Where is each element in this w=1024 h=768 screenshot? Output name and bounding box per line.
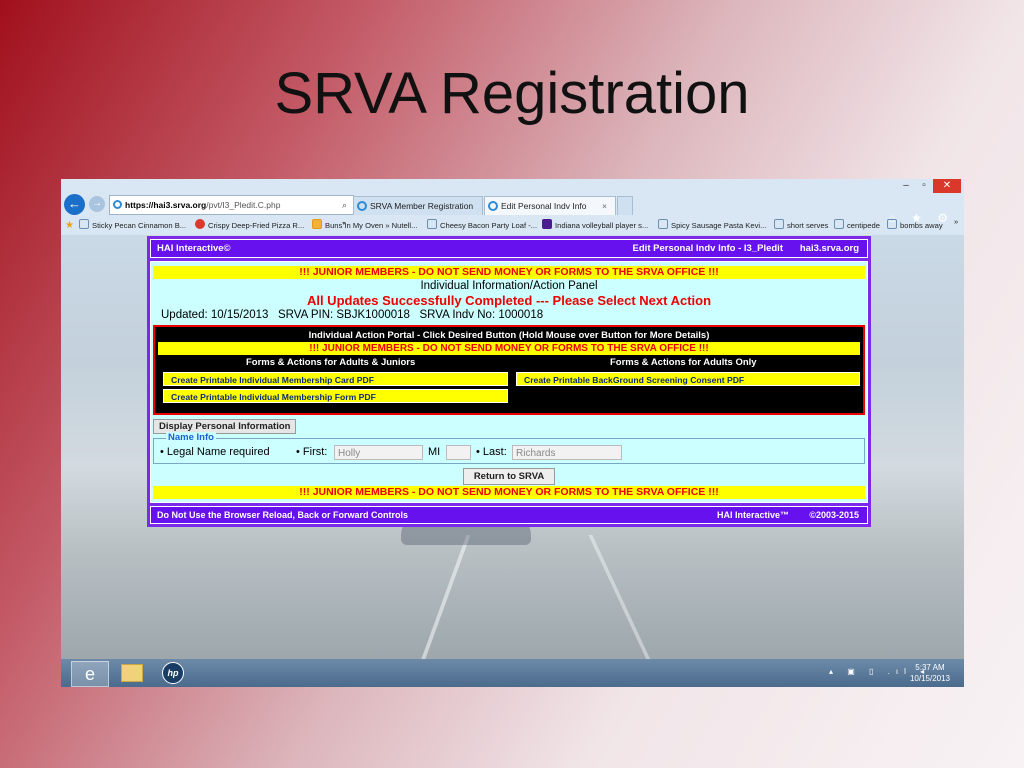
tab-label: SRVA Member Registration — [370, 201, 474, 211]
yahoo-icon — [542, 219, 552, 229]
favorite-item[interactable]: centipede — [834, 217, 880, 234]
first-name-label: • First: — [296, 446, 328, 458]
app-footer-bar: Do Not Use the Browser Reload, Back or F… — [150, 506, 868, 524]
portal-title: Individual Action Portal - Click Desired… — [308, 330, 710, 341]
success-message: All Updates Successfully Completed --- P… — [306, 293, 712, 308]
browser-chrome: – ▫ ✕ ← → https://hai3.srva.org/pvt/I3_P… — [61, 179, 964, 282]
site-label: hai3.srva.org — [799, 243, 859, 254]
background-road-line — [415, 535, 471, 675]
favorite-item[interactable]: short serves — [774, 217, 828, 234]
junior-warning-banner: !!! JUNIOR MEMBERS - DO NOT SEND MONEY O… — [153, 486, 865, 499]
favorites-bar: ★ Sticky Pecan Cinnamon B... Crispy Deep… — [61, 217, 964, 234]
favorite-label: Sticky Pecan Cinnamon B... — [92, 221, 187, 230]
favorite-label: Cheesy Bacon Party Loaf -... — [440, 221, 538, 230]
footer-brand: HAI Interactive™ — [716, 510, 789, 520]
favorite-item[interactable]: Buns In My Oven » Nutell... — [312, 217, 417, 234]
favorite-label: Buns In My Oven » Nutell... — [325, 221, 418, 230]
background-road-line — [588, 535, 658, 675]
page-icon — [79, 219, 89, 229]
first-name-field[interactable]: Holly — [334, 445, 423, 460]
hp-logo-icon[interactable]: hp — [162, 662, 184, 684]
ie-tab-icon — [357, 201, 367, 211]
windows-taskbar: e hp ▴ ▣ ▯ .ıl ◂ 5:37 AM 10/15/2013 — [61, 659, 964, 687]
junior-warning-banner: !!! JUNIOR MEMBERS - DO NOT SEND MONEY O… — [153, 266, 865, 279]
adults-juniors-heading: Forms & Actions for Adults & Juniors — [246, 357, 416, 368]
page-icon — [887, 219, 897, 229]
favorite-item[interactable]: Sticky Pecan Cinnamon B... — [79, 217, 186, 234]
favorite-item[interactable]: Crispy Deep-Fried Pizza R... — [195, 217, 304, 234]
clock-date: 10/15/2013 — [909, 674, 950, 683]
membership-form-pdf-button[interactable]: Create Printable Individual Membership F… — [163, 389, 508, 403]
ie-tab-icon — [488, 201, 498, 211]
info-action-panel: !!! JUNIOR MEMBERS - DO NOT SEND MONEY O… — [150, 261, 868, 503]
footer-copyright: ©2003-2015 — [809, 510, 859, 520]
footer-notice: Do Not Use the Browser Reload, Back or F… — [157, 510, 409, 520]
page-name-label: Edit Personal Indv Info - I3_Pledit — [632, 243, 783, 254]
favorite-item[interactable]: Cheesy Bacon Party Loaf -... — [427, 217, 537, 234]
page-icon — [658, 219, 668, 229]
app-header-bar: HAI Interactive© Edit Personal Indv Info… — [150, 239, 868, 258]
internet-explorer-icon[interactable]: e — [71, 661, 109, 687]
add-favorite-star-icon[interactable]: ★ — [65, 217, 74, 234]
favorite-item[interactable]: Indiana volleyball player s... — [542, 217, 648, 234]
taskbar-clock[interactable]: 5:37 AM 10/15/2013 — [910, 662, 950, 684]
ie-page-icon — [113, 200, 122, 209]
last-name-label: • Last: — [476, 446, 507, 458]
favorite-item[interactable]: bombs away — [887, 217, 943, 234]
bookmark-icon — [312, 219, 322, 229]
clock-time: 5:37 AM — [915, 663, 945, 672]
tab-label: Edit Personal Indv Info — [501, 201, 587, 211]
restore-button[interactable]: ▫ — [915, 179, 933, 193]
address-bar[interactable]: https://hai3.srva.org/pvt/I3_Pledit.C.ph… — [109, 195, 354, 282]
favorite-label: Spicy Sausage Pasta Kevi... — [671, 221, 767, 230]
back-button[interactable]: ← — [64, 194, 85, 215]
url-scheme: https:// — [125, 200, 154, 210]
adults-only-heading: Forms & Actions for Adults Only — [610, 357, 757, 368]
favorite-label: short serves — [787, 221, 829, 230]
action-portal: Individual Action Portal - Click Desired… — [153, 325, 865, 415]
tab-srva-member-registration[interactable]: SRVA Member Registration — [353, 196, 483, 215]
page-viewport: HAI Interactive© Edit Personal Indv Info… — [61, 235, 964, 675]
favorites-more-chevron-icon[interactable]: » — [954, 213, 958, 230]
name-info-fieldset: Name Info • Legal Name required • First:… — [153, 432, 865, 464]
close-tab-icon[interactable]: × — [602, 197, 607, 216]
favorite-label: bombs away — [900, 221, 943, 230]
junior-warning-banner: !!! JUNIOR MEMBERS - DO NOT SEND MONEY O… — [158, 342, 860, 355]
tab-edit-personal-indv-info[interactable]: Edit Personal Indv Info × — [484, 196, 616, 215]
panel-title: Individual Information/Action Panel — [420, 280, 598, 292]
srva-app-frame: HAI Interactive© Edit Personal Indv Info… — [147, 236, 871, 527]
new-tab-button[interactable] — [617, 196, 633, 215]
return-to-srva-button[interactable]: Return to SRVA — [463, 468, 555, 485]
browser-screenshot: – ▫ ✕ ← → https://hai3.srva.org/pvt/I3_P… — [61, 179, 964, 687]
legal-name-label: • Legal Name required — [160, 446, 270, 458]
background-screening-pdf-button[interactable]: Create Printable BackGround Screening Co… — [516, 372, 860, 386]
brand-label: HAI Interactive© — [157, 243, 231, 254]
favorite-label: Indiana volleyball player s... — [555, 221, 649, 230]
favorite-label: Crispy Deep-Fried Pizza R... — [208, 221, 305, 230]
favorite-label: centipede — [847, 221, 880, 230]
url-path: /pvt/I3_Pledit.C.php — [206, 200, 281, 210]
file-explorer-icon[interactable] — [121, 664, 143, 682]
membership-card-pdf-button[interactable]: Create Printable Individual Membership C… — [163, 372, 508, 386]
member-info-line: Updated: 10/15/2013 SRVA PIN: SBJK100001… — [161, 309, 544, 321]
middle-initial-field[interactable] — [446, 445, 471, 460]
page-icon — [427, 219, 437, 229]
page-icon — [774, 219, 784, 229]
minimize-button[interactable]: – — [897, 179, 915, 193]
middle-initial-label: MI — [428, 446, 441, 458]
close-window-button[interactable]: ✕ — [933, 179, 961, 193]
slide-title: SRVA Registration — [274, 61, 750, 126]
last-name-field[interactable]: Richards — [512, 445, 622, 460]
favorite-item[interactable]: Spicy Sausage Pasta Kevi... — [658, 217, 766, 234]
url-domain: hai3.srva.org — [153, 200, 207, 210]
name-info-legend: Name Info — [166, 432, 216, 443]
page-icon — [834, 219, 844, 229]
forward-button[interactable]: → — [89, 196, 105, 212]
action-columns: Forms & Actions for Adults & Juniors For… — [158, 355, 860, 411]
pizza-icon — [195, 219, 205, 229]
nav-row: ← → https://hai3.srva.org/pvt/I3_Pledit.… — [61, 194, 964, 282]
